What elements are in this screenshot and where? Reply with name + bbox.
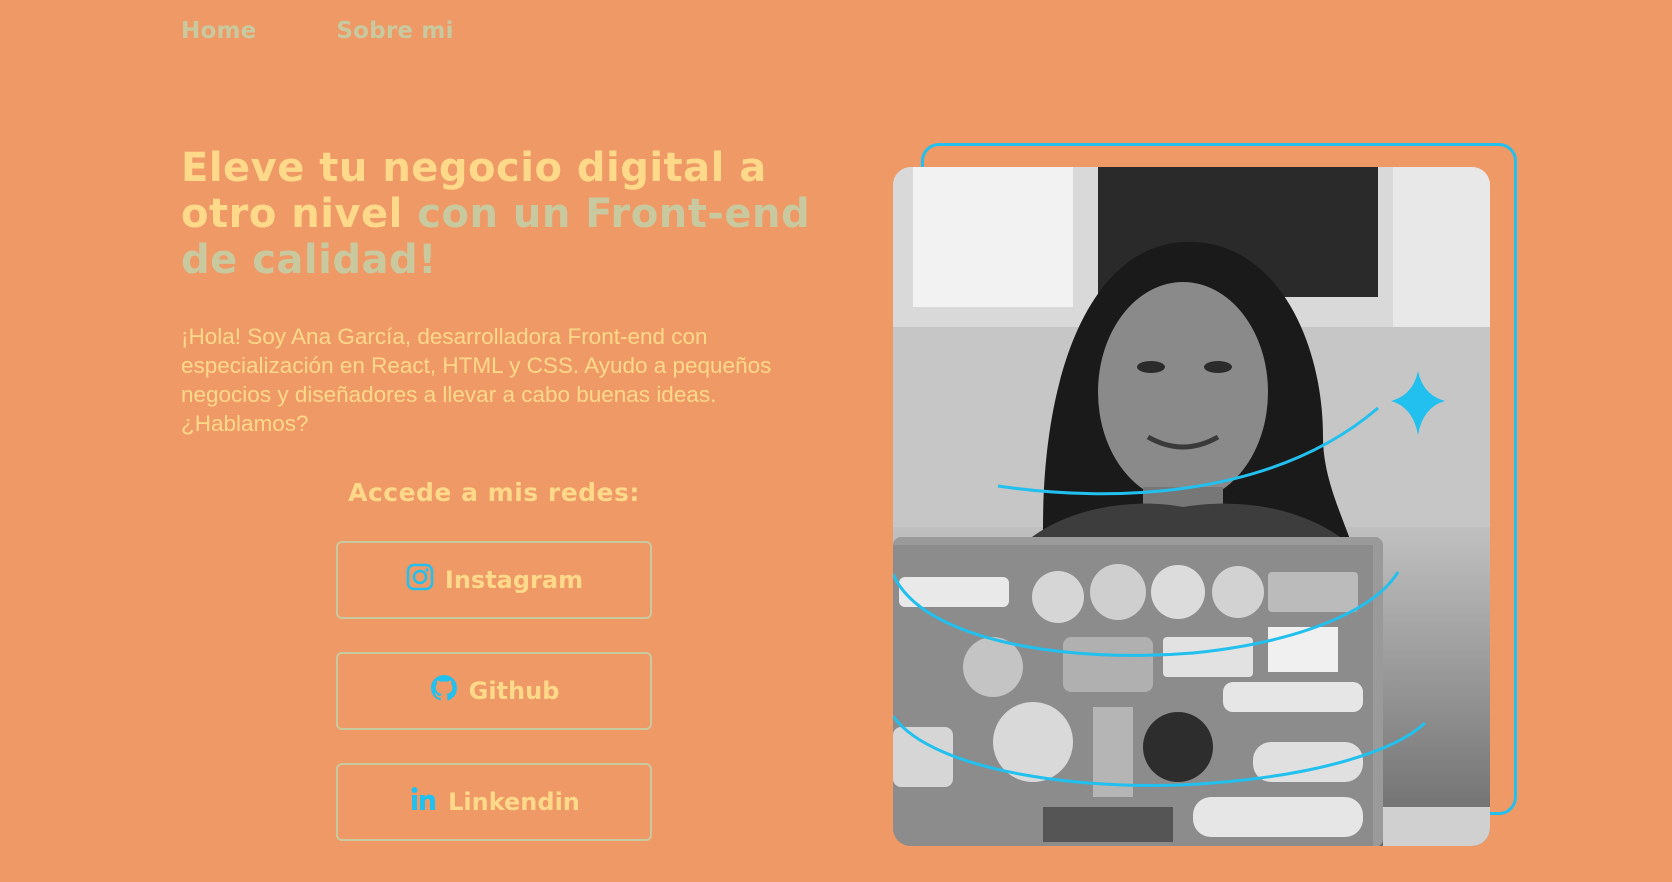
hero-photo — [893, 167, 1490, 846]
nav-home-link[interactable]: Home — [181, 18, 256, 44]
hero-intro: ¡Hola! Soy Ana García, desarrolladora Fr… — [181, 324, 772, 436]
github-label: Github — [468, 677, 560, 705]
github-icon — [429, 673, 459, 709]
nav-about-link[interactable]: Sobre mi — [336, 18, 453, 44]
instagram-label: Instagram — [444, 566, 584, 594]
instagram-button[interactable]: Instagram — [336, 541, 652, 619]
linkedin-icon — [408, 784, 438, 820]
hero-photo-area — [893, 143, 1517, 847]
github-button[interactable]: Github — [336, 652, 652, 730]
linkedin-label: Linkendin — [448, 788, 580, 816]
social-title: Accede a mis redes: — [348, 478, 640, 507]
top-nav: Home Sobre mi — [181, 18, 454, 44]
linkedin-button[interactable]: Linkendin — [336, 763, 652, 841]
instagram-icon — [405, 562, 435, 598]
hero-headline: Eleve tu negocio digital a otro nivel co… — [181, 145, 821, 283]
